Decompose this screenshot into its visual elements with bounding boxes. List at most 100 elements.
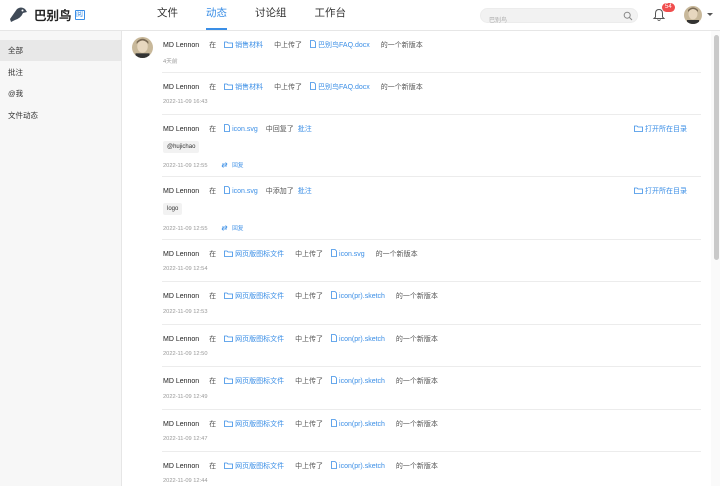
file-link[interactable]: icon(pr).sketch: [331, 291, 385, 300]
in-label: 在: [209, 188, 217, 195]
author-name[interactable]: MD Lennon: [163, 126, 199, 133]
annotation-link[interactable]: 批注: [298, 188, 312, 195]
timestamp: 2022-11-09 12:54: [163, 266, 208, 272]
folder-icon: [634, 125, 643, 132]
file-link[interactable]: icon(pr).sketch: [331, 334, 385, 343]
search-box: [480, 8, 638, 28]
file-name: icon.svg: [232, 126, 258, 133]
suffix-text: 的一个新版本: [380, 42, 423, 49]
timestamp: 2022-11-09 12:55: [163, 226, 208, 232]
user-avatar[interactable]: [684, 6, 702, 24]
action-text: 中上传了: [274, 84, 303, 91]
author-name[interactable]: MD Lennon: [163, 84, 199, 91]
author-name[interactable]: MD Lennon: [163, 42, 199, 49]
file-link[interactable]: icon(pr).sketch: [331, 419, 385, 428]
file-icon: [331, 419, 337, 427]
avatar-image-icon: [684, 6, 702, 24]
open-directory-link[interactable]: 打开所在目录: [634, 186, 687, 196]
nav-tab-files[interactable]: 文件: [157, 0, 178, 30]
nav-tab-discussions[interactable]: 讨论组: [255, 0, 287, 30]
comment-text: @hujichao: [163, 141, 200, 153]
file-name: icon(pr).sketch: [339, 421, 385, 428]
folder-link[interactable]: 网页版图标文件: [224, 292, 284, 300]
file-link[interactable]: 巴别鸟FAQ.docx: [310, 82, 370, 91]
folder-link[interactable]: 销售材料: [224, 41, 264, 49]
folder-name: 网页版图标文件: [235, 421, 285, 428]
file-link[interactable]: icon(pr).sketch: [331, 376, 385, 385]
folder-link[interactable]: 网页版图标文件: [224, 250, 285, 258]
folder-link[interactable]: 销售材料: [224, 83, 264, 91]
sidebar-item-file-activity[interactable]: 文件动态: [0, 105, 121, 126]
author-name[interactable]: MD Lennon: [163, 188, 199, 195]
sidebar-item-annotations[interactable]: 批注: [0, 62, 121, 83]
top-bar: 巴别鸟 阅 文件 动态 讨论组 工作台 54: [0, 0, 720, 31]
file-link[interactable]: icon.svg: [224, 186, 258, 195]
action-text: 中上传了: [295, 251, 324, 258]
nav-tab-activity[interactable]: 动态: [206, 0, 227, 30]
bird-logo-icon: [10, 7, 27, 22]
reply-label: 回复: [232, 226, 244, 232]
folder-name: 网页版图标文件: [235, 463, 285, 470]
search-icon[interactable]: [623, 11, 633, 21]
folder-icon: [224, 83, 234, 90]
list-item: MD Lennon 在 网页版图标文件 中上传了 icon.svg 的一个新版本…: [162, 240, 701, 282]
folder-icon: [224, 250, 234, 257]
folder-link[interactable]: 网页版图标文件: [224, 377, 284, 385]
folder-name: 销售材料: [235, 42, 264, 49]
file-link[interactable]: icon.svg: [224, 124, 258, 133]
folder-icon: [224, 377, 234, 384]
in-label: 在: [209, 378, 217, 385]
file-icon: [331, 376, 337, 384]
file-link[interactable]: icon.svg: [331, 249, 365, 258]
file-icon: [224, 186, 231, 194]
annotation-link[interactable]: 批注: [298, 126, 312, 133]
timestamp: 2022-11-09 12:44: [163, 478, 208, 484]
chevron-down-icon[interactable]: [707, 13, 713, 16]
timestamp: 2022-11-09 12:55: [163, 163, 208, 169]
sidebar-item-all[interactable]: 全部: [0, 40, 121, 61]
list-item: MD Lennon 在 网页版图标文件 中上传了 icon(pr).sketch…: [162, 452, 701, 486]
action-text: 中上传了: [295, 336, 324, 343]
avatar[interactable]: [132, 37, 153, 58]
list-item: MD Lennon 在 icon.svg 中添加了 批注 打开所在目录 logo…: [162, 177, 701, 240]
folder-icon: [224, 292, 234, 299]
file-link[interactable]: 巴别鸟FAQ.docx: [310, 40, 370, 49]
avatar-image-icon: [132, 37, 153, 58]
sidebar-item-mentions[interactable]: @我: [0, 83, 121, 104]
file-name: icon(pr).sketch: [339, 463, 385, 470]
file-icon: [331, 334, 337, 342]
folder-link[interactable]: 网页版图标文件: [224, 420, 285, 428]
app-logo[interactable]: 巴别鸟 阅: [8, 5, 85, 24]
author-name[interactable]: MD Lennon: [163, 463, 199, 470]
folder-icon: [224, 335, 234, 342]
folder-name: 网页版图标文件: [235, 251, 285, 258]
reply-icon: [221, 225, 228, 231]
folder-icon: [224, 462, 234, 469]
author-name[interactable]: MD Lennon: [163, 336, 199, 343]
folder-name: 销售材料: [235, 84, 264, 91]
author-name[interactable]: MD Lennon: [163, 421, 199, 428]
file-name: icon.svg: [232, 188, 258, 195]
timestamp: 4天前: [163, 59, 178, 65]
scrollbar-thumb[interactable]: [714, 35, 719, 260]
author-name[interactable]: MD Lennon: [163, 251, 199, 258]
file-icon: [224, 124, 231, 132]
reply-button[interactable]: 回复: [221, 225, 244, 232]
author-name[interactable]: MD Lennon: [163, 378, 199, 385]
folder-name: 网页版图标文件: [235, 336, 285, 343]
search-input[interactable]: [489, 14, 619, 28]
file-name: 巴别鸟FAQ.docx: [318, 42, 370, 49]
list-item: MD Lennon 在 网页版图标文件 中上传了 icon(pr).sketch…: [162, 282, 701, 325]
reply-button[interactable]: 回复: [221, 162, 243, 169]
folder-icon: [224, 41, 234, 48]
open-directory-link[interactable]: 打开所在目录: [634, 124, 687, 134]
suffix-text: 的一个新版本: [375, 251, 418, 258]
nav-tab-workbench[interactable]: 工作台: [315, 0, 347, 30]
folder-link[interactable]: 网页版图标文件: [224, 335, 285, 343]
in-label: 在: [209, 84, 217, 91]
list-item: MD Lennon 在 网页版图标文件 中上传了 icon(pr).sketch…: [162, 367, 701, 410]
comment-text: logo: [163, 203, 183, 215]
author-name[interactable]: MD Lennon: [163, 293, 199, 300]
file-link[interactable]: icon(pr).sketch: [331, 461, 385, 470]
folder-link[interactable]: 网页版图标文件: [224, 462, 285, 470]
